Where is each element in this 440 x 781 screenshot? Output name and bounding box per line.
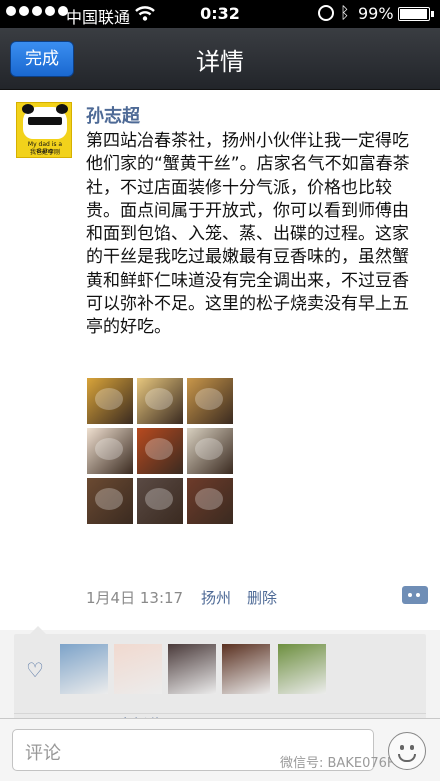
- wifi-icon: [135, 6, 155, 21]
- delete-link[interactable]: 删除: [247, 587, 277, 608]
- bluetooth-icon: ᛒ: [340, 3, 350, 22]
- liker-avatar[interactable]: [278, 644, 326, 694]
- photo-thumbnail[interactable]: [187, 428, 233, 474]
- status-bar: 中国联通 0:32 ᛒ 99%: [0, 0, 440, 28]
- battery-icon: [398, 7, 434, 21]
- photo-thumbnail[interactable]: [87, 478, 133, 524]
- alarm-icon: [318, 5, 334, 21]
- moment-post: My dad is a Gang 我爸是李刚 孙志超 第四站冶春茶社，扬州小伙伴…: [0, 90, 440, 630]
- emoji-icon[interactable]: [388, 732, 426, 770]
- comment-menu-button[interactable]: [402, 586, 428, 604]
- likes-panel: ♡: [14, 626, 426, 714]
- avatar-caption-zh: 我爸是李刚: [29, 149, 60, 156]
- battery-percent: 99%: [358, 4, 394, 23]
- post-time: 1月4日 13:17: [86, 589, 184, 607]
- photo-thumbnail[interactable]: [187, 478, 233, 524]
- done-button[interactable]: 完成: [10, 41, 74, 77]
- liker-avatar[interactable]: [168, 644, 216, 694]
- photo-thumbnail[interactable]: [87, 378, 133, 424]
- carrier-name: 中国联通: [66, 8, 131, 27]
- photo-thumbnail[interactable]: [87, 428, 133, 474]
- photo-grid: [87, 378, 233, 524]
- post-location[interactable]: 扬州: [201, 587, 231, 608]
- avatar[interactable]: My dad is a Gang 我爸是李刚: [16, 102, 72, 158]
- photo-thumbnail[interactable]: [137, 428, 183, 474]
- heart-icon: ♡: [26, 658, 44, 682]
- liker-avatar[interactable]: [60, 644, 108, 694]
- liker-avatar[interactable]: [222, 644, 270, 694]
- photo-thumbnail[interactable]: [137, 478, 183, 524]
- signal-strength-icon: [6, 6, 68, 16]
- comment-bar: 评论 微信号: BAKE076F: [0, 718, 440, 781]
- liker-avatar[interactable]: [114, 644, 162, 694]
- navigation-bar: 完成 详情: [0, 28, 440, 90]
- photo-thumbnail[interactable]: [187, 378, 233, 424]
- panda-face-icon: [22, 104, 68, 139]
- photo-thumbnail[interactable]: [137, 378, 183, 424]
- wechat-id-watermark: 微信号: BAKE076F: [280, 756, 395, 771]
- post-username[interactable]: 孙志超: [86, 102, 140, 128]
- post-content: 第四站冶春茶社，扬州小伙伴让我一定得吃他们家的“蟹黄干丝”。店家名气不如富春茶社…: [86, 131, 410, 338]
